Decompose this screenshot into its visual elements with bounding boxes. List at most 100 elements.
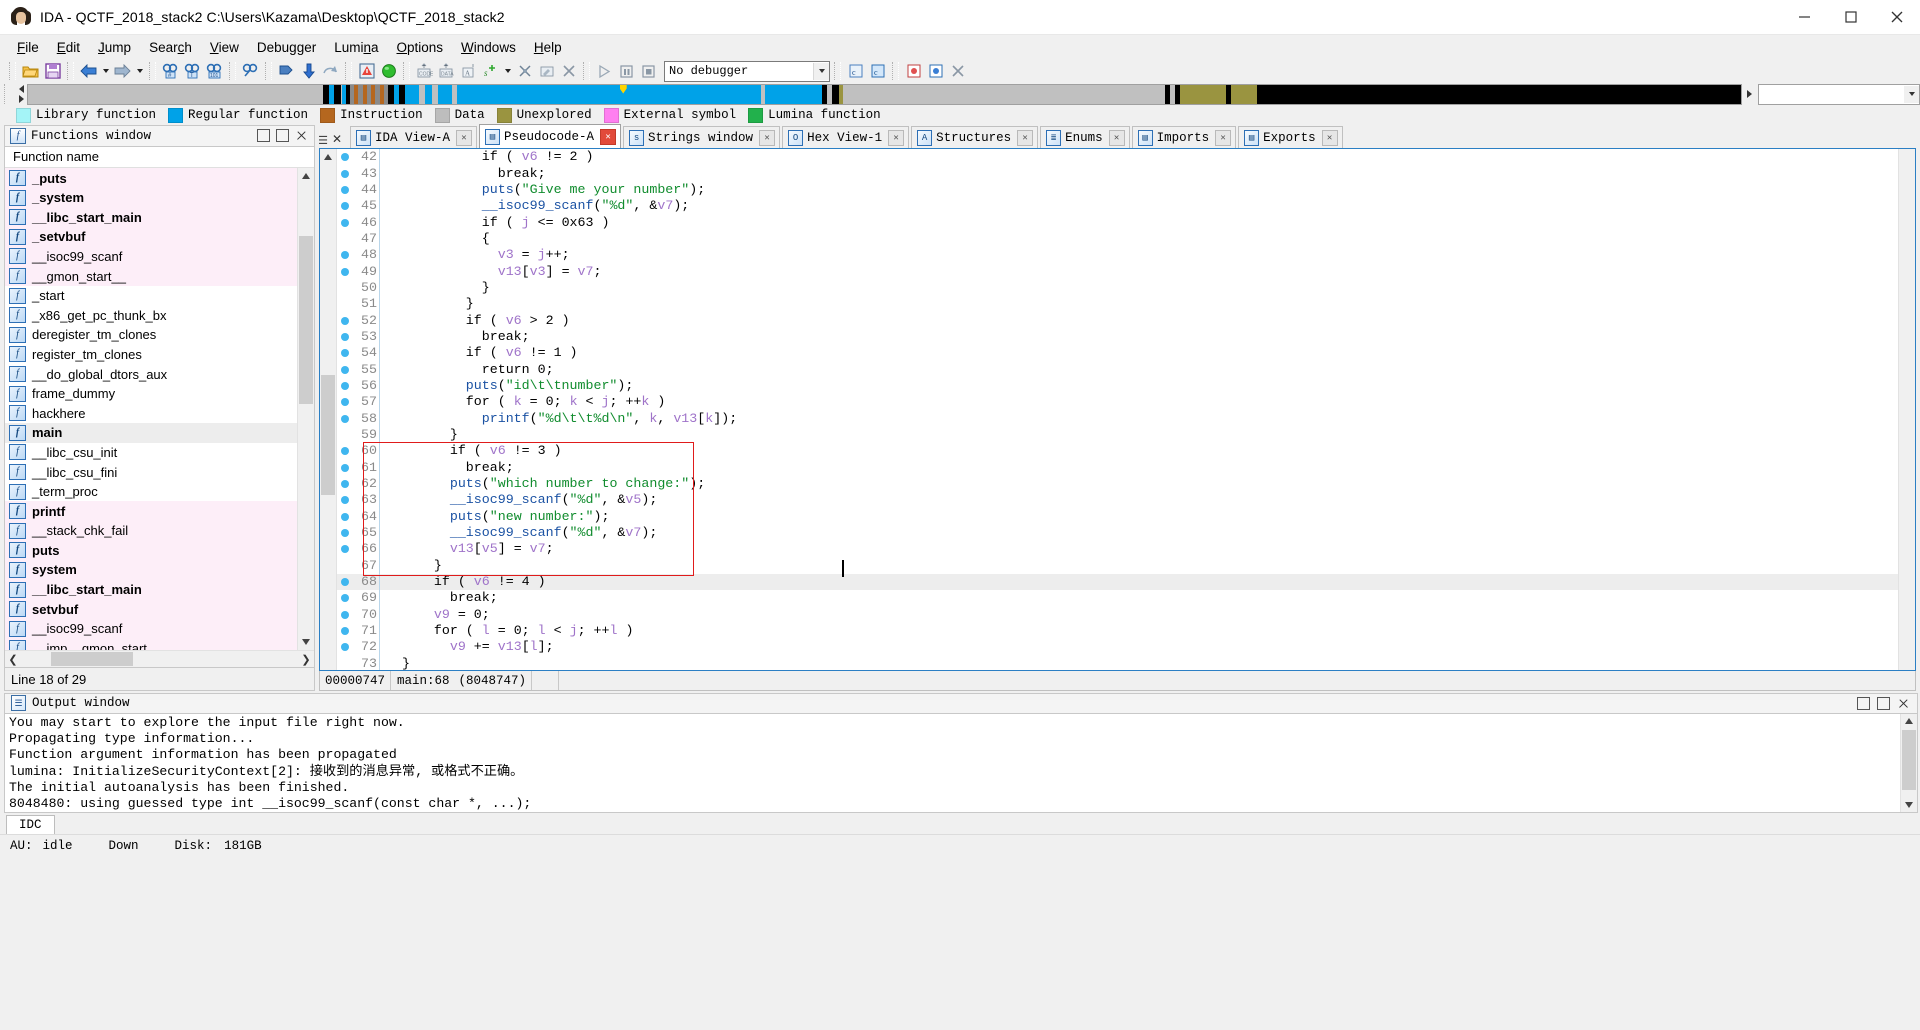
function-list-item[interactable]: f __libc_start_main xyxy=(5,579,297,600)
navband-zoom-select[interactable] xyxy=(1758,83,1920,105)
function-list-item[interactable]: f setvbuf xyxy=(5,599,297,619)
navigate-forward-icon[interactable] xyxy=(112,61,133,81)
function-list-item[interactable]: f puts xyxy=(5,540,297,561)
breakpoint-marker-icon[interactable] xyxy=(337,185,353,194)
output-window-maximize-button[interactable] xyxy=(1877,696,1890,710)
maximize-button[interactable] xyxy=(1828,0,1874,34)
toolbar-grip-6[interactable] xyxy=(345,62,352,80)
function-list-item[interactable]: f __stack_chk_fail xyxy=(5,520,297,541)
undefine-icon[interactable] xyxy=(514,61,535,81)
menu-item-help[interactable]: Help xyxy=(525,37,571,58)
code-line[interactable]: 55 return 0; xyxy=(337,361,1898,378)
scroll-up-icon[interactable] xyxy=(320,149,336,164)
code-line[interactable]: 57 for ( k = 0; k < j; ++k ) xyxy=(337,394,1898,411)
back-dropdown-icon[interactable] xyxy=(100,61,111,81)
breakpoint-marker-icon[interactable] xyxy=(337,349,353,358)
navigation-band[interactable] xyxy=(27,83,1742,105)
tab-close-icon[interactable]: ✕ xyxy=(1017,129,1034,146)
function-list-item[interactable]: f register_tm_clones xyxy=(5,345,297,365)
functions-hscroll-track[interactable] xyxy=(21,651,298,667)
tab-close-icon[interactable]: ✕ xyxy=(1215,129,1232,146)
undo-icon[interactable] xyxy=(320,61,341,81)
function-list-item[interactable]: f _term_proc xyxy=(5,482,297,502)
breakpoint-list-icon[interactable]: c xyxy=(867,61,888,81)
make-ascii-icon[interactable]: A xyxy=(458,61,479,81)
toolbar-grip-5[interactable] xyxy=(265,62,272,80)
functions-window-maximize-button[interactable] xyxy=(276,129,289,143)
search-text-icon[interactable]: T xyxy=(182,61,203,81)
menu-item-jump[interactable]: Jump xyxy=(89,37,140,58)
breakpoint-marker-icon[interactable] xyxy=(337,365,353,374)
menu-item-file[interactable]: File xyxy=(8,37,48,58)
toolbar-grip-10[interactable] xyxy=(892,62,899,80)
code-line[interactable]: 58 printf("%d\t\t%d\n", k, v13[k]); xyxy=(337,410,1898,427)
search-hash-icon[interactable]: # xyxy=(160,61,181,81)
code-line[interactable]: 42 if ( v6 != 2 ) xyxy=(337,149,1898,166)
toolbar-grip[interactable] xyxy=(9,62,16,80)
scroll-right-icon[interactable]: ❯ xyxy=(298,651,314,667)
forward-dropdown-icon[interactable] xyxy=(134,61,145,81)
output-scroll-thumb[interactable] xyxy=(1902,729,1916,790)
code-line[interactable]: 59 } xyxy=(337,426,1898,444)
menu-item-windows[interactable]: Windows xyxy=(452,37,525,58)
code-line[interactable]: 52 if ( v6 > 2 ) xyxy=(337,312,1898,329)
navband-arrow-left-icon[interactable] xyxy=(18,85,24,93)
open-file-icon[interactable] xyxy=(20,61,41,81)
tab-close-icon[interactable]: ✕ xyxy=(759,129,776,146)
function-list-item[interactable]: f _puts xyxy=(5,168,297,188)
output-window-body[interactable]: You may start to explore the input file … xyxy=(4,713,1918,813)
breakpoint-marker-icon[interactable] xyxy=(337,251,353,260)
breakpoint-marker-icon[interactable] xyxy=(337,332,353,341)
make-code-icon[interactable]: CODE xyxy=(414,61,435,81)
toolbar-grip-3[interactable] xyxy=(149,62,156,80)
code-line[interactable]: 61 break; xyxy=(337,459,1898,476)
toolbar-grip-9[interactable] xyxy=(834,62,841,80)
code-line[interactable]: 53 break; xyxy=(337,328,1898,346)
tab-structures[interactable]: A Structures ✕ xyxy=(911,126,1039,148)
save-icon[interactable] xyxy=(42,61,63,81)
function-list-item[interactable]: f frame_dummy xyxy=(5,384,297,404)
delete-icon[interactable] xyxy=(558,61,579,81)
tab-strings-window[interactable]: s Strings window ✕ xyxy=(623,126,781,148)
tab-pseudocode-a[interactable]: ▤ Pseudocode-A ✕ xyxy=(479,124,622,148)
code-line[interactable]: 66 v13[v5] = v7; xyxy=(337,541,1898,558)
breakpoint-marker-icon[interactable] xyxy=(337,627,353,636)
code-line[interactable]: 48 v3 = j++; xyxy=(337,247,1898,264)
scroll-left-icon[interactable]: ❮ xyxy=(5,651,21,667)
code-line[interactable]: 73 } xyxy=(337,655,1898,670)
tab-idc[interactable]: IDC xyxy=(6,815,55,834)
navband-arrow-end-icon[interactable] xyxy=(1742,85,1756,104)
jump-down-icon[interactable] xyxy=(298,61,319,81)
pseudocode-right-scrollbar[interactable] xyxy=(1898,149,1915,670)
code-line[interactable]: 51 } xyxy=(337,296,1898,313)
tab-enums[interactable]: ≣ Enums ✕ xyxy=(1040,126,1130,148)
warning-icon[interactable] xyxy=(356,61,377,81)
jump-icon[interactable] xyxy=(276,61,297,81)
code-line[interactable]: 54 if ( v6 != 1 ) xyxy=(337,345,1898,362)
chevron-down-icon[interactable] xyxy=(1904,85,1919,103)
tab-ida-view-a[interactable]: ▤ IDA View-A ✕ xyxy=(350,126,478,148)
toolbar-grip-8[interactable] xyxy=(583,62,590,80)
function-list-item[interactable]: f __isoc99_scanf xyxy=(5,246,297,267)
navigate-back-icon[interactable] xyxy=(78,61,99,81)
make-data-icon[interactable]: DATA xyxy=(436,61,457,81)
function-list-item[interactable]: f printf xyxy=(5,501,297,521)
breakpoint-marker-icon[interactable] xyxy=(337,414,353,423)
scroll-down-icon[interactable] xyxy=(298,634,314,650)
functions-scroll-thumb[interactable] xyxy=(299,236,313,405)
code-line[interactable]: 71 for ( l = 0; l < j; ++l ) xyxy=(337,622,1898,640)
output-log-lines[interactable]: You may start to explore the input file … xyxy=(5,714,1900,812)
menu-item-lumina[interactable]: Lumina xyxy=(325,37,387,58)
functions-window-close-icon[interactable] xyxy=(295,129,308,142)
code-line[interactable]: 46 if ( j <= 0x63 ) xyxy=(337,214,1898,231)
navband-arrow-right-icon[interactable] xyxy=(18,95,24,103)
breakpoint-marker-icon[interactable] xyxy=(337,529,353,538)
breakpoint-marker-icon[interactable] xyxy=(337,610,353,619)
function-list-item[interactable]: f __imp__gmon_start__ xyxy=(5,638,297,650)
functions-list[interactable]: f _puts f _system f __libc_start_main f _setvbu… xyxy=(5,168,297,650)
navband-grip[interactable] xyxy=(4,84,12,104)
toolbar-grip-4[interactable] xyxy=(229,62,236,80)
code-line[interactable]: 70 v9 = 0; xyxy=(337,606,1898,623)
function-list-item[interactable]: f main xyxy=(5,423,297,443)
debugger-select[interactable]: No debugger xyxy=(664,60,830,82)
